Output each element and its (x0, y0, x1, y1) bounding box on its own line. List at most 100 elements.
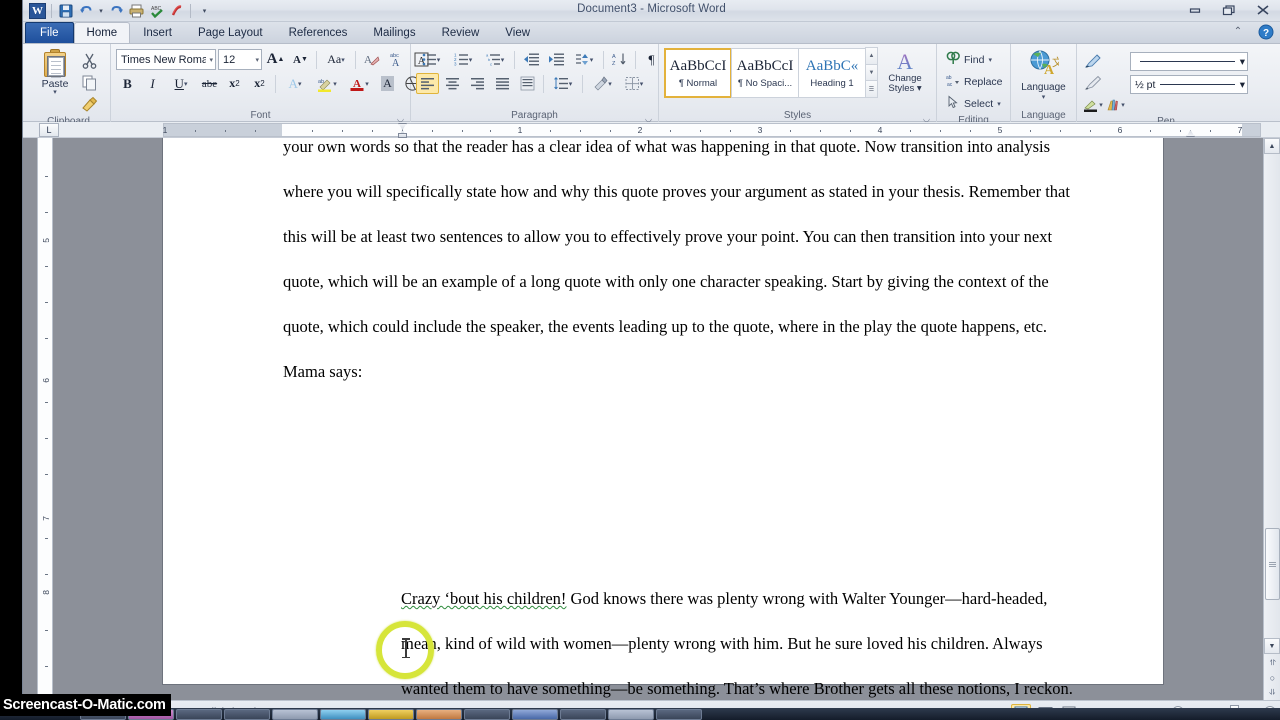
vertical-ruler[interactable]: 5 6 7 8 (37, 138, 53, 700)
taskbar-item-7[interactable] (416, 709, 462, 720)
tab-review[interactable]: Review (429, 22, 493, 43)
align-left-icon[interactable] (416, 73, 439, 94)
underline-icon[interactable]: U▾ (166, 73, 196, 94)
document-body-text[interactable]: your own words so that the reader has a … (283, 138, 1073, 394)
pen-line-weight-combobox[interactable]: ½ pt ▾ (1130, 75, 1248, 94)
copy-icon[interactable] (78, 72, 100, 93)
tab-references[interactable]: References (276, 22, 361, 43)
taskbar-item-6[interactable] (368, 709, 414, 720)
restore-button[interactable] (1216, 1, 1242, 18)
taskbar-item-12[interactable] (656, 709, 702, 720)
pen-style-icon[interactable]: ▾ (1104, 94, 1126, 115)
shading-text-icon[interactable]: A (376, 73, 399, 94)
tab-view[interactable]: View (492, 22, 543, 43)
styles-scroll-down-icon[interactable]: ▼ (865, 64, 878, 82)
document-page[interactable]: your own words so that the reader has a … (163, 138, 1163, 684)
tab-mailings[interactable]: Mailings (360, 22, 428, 43)
strikethrough-icon[interactable]: abe (198, 73, 221, 94)
paragraph-dialog-launcher[interactable]: ◡ (644, 112, 653, 121)
language-button[interactable]: A文 Language ▾ (1016, 47, 1071, 101)
document-blockquote[interactable]: Crazy ‘bout his children! God knows ther… (401, 576, 1081, 700)
style-no-spacing[interactable]: AaBbCcI ¶ No Spaci... (731, 48, 799, 98)
italic-icon[interactable]: I (141, 73, 164, 94)
font-size-combobox[interactable]: 12 ▾ (218, 49, 262, 70)
format-painter-icon[interactable] (78, 94, 100, 115)
font-name-combobox[interactable]: Times New Roma ▾ (116, 49, 216, 70)
select-dropdown-icon[interactable]: ▾ (997, 100, 1001, 108)
font-name-dropdown-icon[interactable]: ▾ (206, 56, 213, 64)
vertical-scrollbar[interactable]: ▤ ▲ ▼ ⥣ ○ ⥥ (1263, 138, 1280, 700)
borders-icon[interactable]: ▾ (619, 73, 649, 94)
pen-color-icon[interactable]: ▾ (1082, 94, 1104, 115)
font-color-icon[interactable]: A ▾ (344, 73, 374, 94)
decrease-indent-icon[interactable] (519, 49, 542, 70)
styles-dialog-launcher[interactable]: ◡ (922, 112, 931, 121)
style-normal[interactable]: AaBbCcI ¶ Normal (664, 48, 732, 98)
paste-button[interactable]: Paste ▾ (32, 47, 78, 115)
subscript-icon[interactable]: x2 (223, 73, 246, 94)
justify-icon[interactable] (491, 73, 514, 94)
styles-more-icon[interactable]: ☰ (865, 80, 878, 98)
bold-icon[interactable]: B (116, 73, 139, 94)
taskbar-item-2[interactable] (176, 709, 222, 720)
scroll-down-button[interactable]: ▼ (1264, 638, 1280, 654)
sort-icon[interactable]: ▾ (569, 49, 599, 70)
multilevel-list-icon[interactable]: abc ▾ (480, 49, 510, 70)
taskbar-item-3[interactable] (224, 709, 270, 720)
phonetic-guide-icon[interactable]: abcA (385, 49, 408, 70)
first-line-indent-marker[interactable] (398, 123, 407, 130)
previous-page-button[interactable]: ⥣ (1265, 655, 1280, 670)
align-right-icon[interactable] (466, 73, 489, 94)
taskbar-item-9[interactable] (512, 709, 558, 720)
find-dropdown-icon[interactable]: ▾ (988, 56, 992, 64)
style-heading-1[interactable]: AaBbC« Heading 1 (798, 48, 866, 98)
distributed-icon[interactable] (516, 73, 539, 94)
change-case-icon[interactable]: Aa▾ (321, 49, 351, 70)
tab-file[interactable]: File (25, 22, 74, 43)
grow-font-icon[interactable]: A▲ (264, 49, 287, 70)
increase-indent-icon[interactable] (544, 49, 567, 70)
find-button[interactable]: Find ▾ (942, 49, 1006, 70)
highlighter-pen-icon[interactable] (1082, 72, 1104, 93)
pen-icon[interactable] (1082, 50, 1104, 71)
tab-page-layout[interactable]: Page Layout (185, 22, 276, 43)
language-dropdown-icon[interactable]: ▾ (1042, 93, 1046, 101)
next-page-button[interactable]: ⥥ (1265, 685, 1280, 700)
shading-icon[interactable]: ▾ (587, 73, 617, 94)
text-effects-icon[interactable]: A▾ (280, 73, 310, 94)
close-button[interactable] (1250, 1, 1276, 18)
right-indent-marker[interactable] (1186, 130, 1195, 137)
font-dialog-launcher[interactable]: ◡ (396, 112, 405, 121)
taskbar-item-8[interactable] (464, 709, 510, 720)
numbering-icon[interactable]: 123 ▾ (448, 49, 478, 70)
font-size-dropdown-icon[interactable]: ▾ (252, 56, 259, 64)
sort-az-icon[interactable]: AZ (608, 49, 631, 70)
tab-stop-selector[interactable]: L (39, 123, 59, 137)
tab-home[interactable]: Home (74, 22, 131, 43)
horizontal-ruler[interactable]: 1 1 2 3 4 5 6 7 (163, 123, 1261, 137)
replace-button[interactable]: abac Replace (942, 71, 1006, 92)
bullets-icon[interactable]: ▾ (416, 49, 446, 70)
collapse-ribbon-icon[interactable]: ⌃ (1225, 23, 1251, 40)
taskbar-item-4[interactable] (272, 709, 318, 720)
taskbar-item-10[interactable] (560, 709, 606, 720)
line-spacing-icon[interactable]: ▾ (548, 73, 578, 94)
superscript-icon[interactable]: x2 (248, 73, 271, 94)
minimize-button[interactable] (1182, 1, 1208, 18)
select-button[interactable]: Select ▾ (942, 93, 1006, 114)
scroll-up-button[interactable]: ▲ (1264, 138, 1280, 154)
change-styles-button[interactable]: A Change Styles ▾ (878, 48, 932, 98)
line-style-dropdown-icon[interactable]: ▾ (1240, 56, 1245, 68)
clear-formatting-icon[interactable]: A (360, 49, 383, 70)
taskbar-item-11[interactable] (608, 709, 654, 720)
shrink-font-icon[interactable]: A▼ (289, 49, 312, 70)
help-icon[interactable]: ? (1257, 23, 1274, 40)
text-highlight-color-icon[interactable]: ab ▾ (312, 73, 342, 94)
scrollbar-thumb[interactable] (1265, 528, 1280, 600)
line-weight-dropdown-icon[interactable]: ▾ (1240, 79, 1245, 91)
align-center-icon[interactable] (441, 73, 464, 94)
pen-line-style-combobox[interactable]: ▾ (1130, 52, 1248, 71)
windows-taskbar[interactable] (0, 708, 1280, 720)
styles-scroll-up-icon[interactable]: ▲ (865, 47, 878, 65)
tab-insert[interactable]: Insert (130, 22, 185, 43)
